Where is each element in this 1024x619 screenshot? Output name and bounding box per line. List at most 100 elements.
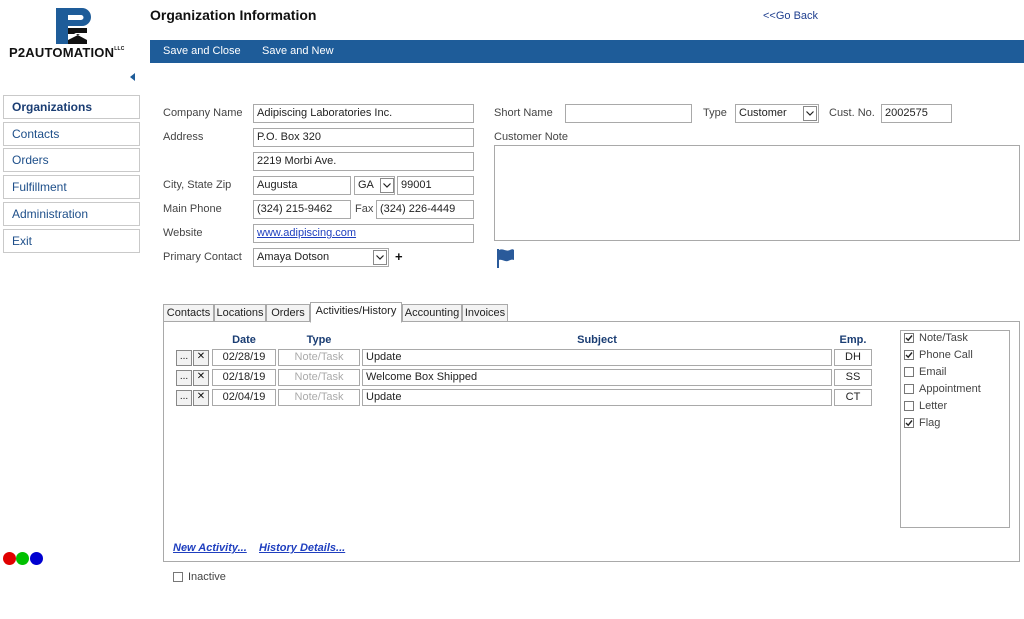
status-dot-green xyxy=(16,552,29,565)
collapse-sidebar-icon[interactable] xyxy=(130,73,135,81)
filter-label: Note/Task xyxy=(919,332,968,344)
sidebar-item-exit[interactable]: Exit xyxy=(3,229,140,253)
inactive-checkbox[interactable] xyxy=(173,572,183,582)
activity-date[interactable]: 02/04/19 xyxy=(212,389,276,406)
edit-activity-button[interactable]: ... xyxy=(176,390,192,406)
delete-activity-icon[interactable]: ✕ xyxy=(193,370,209,386)
cust-no-input[interactable]: 2002575 xyxy=(881,104,952,123)
page-title: Organization Information xyxy=(150,7,317,23)
activity-emp[interactable]: CT xyxy=(834,389,872,406)
tab-accounting[interactable]: Accounting xyxy=(402,304,462,322)
filter-flag[interactable]: Flag xyxy=(904,416,940,430)
address-line2-input[interactable]: 2219 Morbi Ave. xyxy=(253,152,474,171)
activity-type[interactable]: Note/Task xyxy=(278,389,360,406)
activity-emp[interactable]: SS xyxy=(834,369,872,386)
inactive-label: Inactive xyxy=(188,571,226,583)
filter-phone-call[interactable]: Phone Call xyxy=(904,348,973,362)
city-input[interactable]: Augusta xyxy=(253,176,351,195)
edit-activity-button[interactable]: ... xyxy=(176,370,192,386)
save-and-close-button[interactable]: Save and Close xyxy=(163,40,241,63)
new-activity-link[interactable]: New Activity... xyxy=(173,542,247,554)
add-contact-button[interactable]: + xyxy=(395,249,403,264)
column-header-emp: Emp. xyxy=(839,334,867,346)
inactive-toggle[interactable]: Inactive xyxy=(173,571,226,583)
filter-appointment[interactable]: Appointment xyxy=(904,382,981,396)
tab-contacts[interactable]: Contacts xyxy=(163,304,214,322)
tab-orders[interactable]: Orders xyxy=(266,304,310,322)
filter-label: Email xyxy=(919,366,947,378)
short-name-label: Short Name xyxy=(494,107,553,119)
edit-activity-button[interactable]: ... xyxy=(176,350,192,366)
tab-invoices[interactable]: Invoices xyxy=(462,304,508,322)
zip-input[interactable]: 99001 xyxy=(397,176,474,195)
cust-no-label: Cust. No. xyxy=(829,107,875,119)
primary-contact-value: Amaya Dotson xyxy=(257,251,330,263)
company-name-input[interactable]: Adipiscing Laboratories Inc. xyxy=(253,104,474,123)
type-label: Type xyxy=(703,107,727,119)
checkbox[interactable] xyxy=(904,367,914,377)
status-dot-red xyxy=(3,552,16,565)
address-label: Address xyxy=(163,131,204,143)
customer-note-label: Customer Note xyxy=(494,131,568,143)
tab-activities-history[interactable]: Activities/History xyxy=(310,302,402,323)
sidebar-item-administration[interactable]: Administration xyxy=(3,202,140,226)
sidebar-item-contacts[interactable]: Contacts xyxy=(3,122,140,146)
activity-subject[interactable]: Update xyxy=(362,389,832,406)
checkmark-icon xyxy=(905,335,913,342)
main-phone-input[interactable]: (324) 215-9462 xyxy=(253,200,351,219)
sidebar-item-fulfillment[interactable]: Fulfillment xyxy=(3,175,140,199)
checkbox[interactable] xyxy=(904,333,914,343)
state-dropdown-arrow-icon[interactable] xyxy=(380,178,394,193)
filter-letter[interactable]: Letter xyxy=(904,399,947,413)
checkbox[interactable] xyxy=(904,401,914,411)
activity-emp[interactable]: DH xyxy=(834,349,872,366)
activity-date[interactable]: 02/28/19 xyxy=(212,349,276,366)
save-and-new-button[interactable]: Save and New xyxy=(262,40,334,63)
filter-label: Letter xyxy=(919,400,948,412)
filter-note-task[interactable]: Note/Task xyxy=(904,331,968,345)
short-name-input[interactable] xyxy=(565,104,692,123)
flag-icon[interactable] xyxy=(496,248,516,269)
primary-contact-label: Primary Contact xyxy=(163,251,242,263)
activity-type[interactable]: Note/Task xyxy=(278,349,360,366)
filter-label: Appointment xyxy=(919,383,981,395)
checkbox[interactable] xyxy=(904,350,914,360)
filter-label: Phone Call xyxy=(919,349,973,361)
activity-subject[interactable]: Welcome Box Shipped xyxy=(362,369,832,386)
delete-activity-icon[interactable]: ✕ xyxy=(193,350,209,366)
type-dropdown-arrow-icon[interactable] xyxy=(803,106,817,121)
fax-input[interactable]: (324) 226-4449 xyxy=(376,200,474,219)
website-label: Website xyxy=(163,227,203,239)
type-select-value: Customer xyxy=(739,107,787,119)
fax-label: Fax xyxy=(355,203,374,215)
activity-date[interactable]: 02/18/19 xyxy=(212,369,276,386)
column-header-type: Type xyxy=(306,334,332,346)
customer-note-textarea[interactable] xyxy=(494,145,1020,241)
column-header-date: Date xyxy=(232,334,256,346)
go-back-link[interactable]: <<Go Back xyxy=(763,10,818,22)
logo-name: P2AUTOMATION xyxy=(9,45,115,60)
city-state-zip-label: City, State Zip xyxy=(163,179,232,191)
website-input[interactable]: www.adipiscing.com xyxy=(253,224,474,243)
toolbar: Save and Close Save and New xyxy=(150,40,1024,63)
address-line1-input[interactable]: P.O. Box 320 xyxy=(253,128,474,147)
state-select-value: GA xyxy=(358,179,374,191)
primary-contact-select[interactable]: Amaya Dotson xyxy=(253,248,389,267)
filter-label: Flag xyxy=(919,417,941,429)
sidebar-item-organizations[interactable]: Organizations xyxy=(3,95,140,119)
checkbox[interactable] xyxy=(904,418,914,428)
checkmark-icon xyxy=(905,420,913,427)
delete-activity-icon[interactable]: ✕ xyxy=(193,390,209,406)
activity-subject[interactable]: Update xyxy=(362,349,832,366)
status-dot-blue xyxy=(30,552,43,565)
company-name-label: Company Name xyxy=(163,107,243,119)
logo-text: P2AUTOMATIONLLC xyxy=(9,45,125,60)
history-details-link[interactable]: History Details... xyxy=(259,542,345,554)
primary-contact-dropdown-arrow-icon[interactable] xyxy=(373,250,387,265)
column-header-subject: Subject xyxy=(577,334,617,346)
tab-locations[interactable]: Locations xyxy=(214,304,266,322)
sidebar-item-orders[interactable]: Orders xyxy=(3,148,140,172)
activity-type[interactable]: Note/Task xyxy=(278,369,360,386)
checkbox[interactable] xyxy=(904,384,914,394)
filter-email[interactable]: Email xyxy=(904,365,947,379)
